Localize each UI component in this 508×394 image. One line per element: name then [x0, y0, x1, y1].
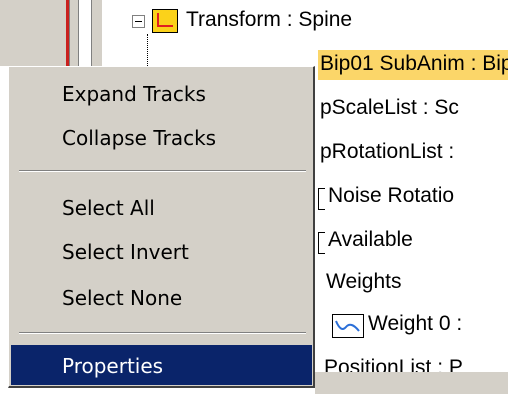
- tree-row-label: pScaleList : Sc: [320, 96, 459, 119]
- tree-row-label: pRotationList :: [320, 140, 455, 163]
- tree-row-available[interactable]: Available: [318, 226, 508, 256]
- splitter-bar[interactable]: [78, 0, 92, 66]
- tree-row-noise-rotation[interactable]: Noise Rotatio: [318, 182, 508, 212]
- tree-row-label: Bip01 SubAnim : Bip: [320, 52, 508, 75]
- tree-row-label: Available: [328, 228, 413, 251]
- tree-row-weights[interactable]: Weights: [318, 268, 508, 298]
- menu-item-label: Select None: [62, 286, 183, 310]
- context-menu: Expand Tracks Collapse Tracks Select All…: [8, 66, 315, 388]
- controller-icon: [318, 232, 325, 254]
- collapse-icon[interactable]: [132, 15, 145, 28]
- menu-item-expand-tracks[interactable]: Expand Tracks: [11, 73, 312, 113]
- menu-item-label: Select Invert: [62, 240, 189, 264]
- menu-item-select-invert[interactable]: Select Invert: [11, 231, 312, 271]
- horizontal-scrollbar[interactable]: [315, 372, 508, 394]
- menu-item-collapse-tracks[interactable]: Collapse Tracks: [11, 117, 312, 157]
- tree-row-label: PositionList : P: [324, 356, 463, 372]
- menu-item-label: Collapse Tracks: [62, 126, 217, 150]
- menu-item-select-none[interactable]: Select None: [11, 277, 312, 317]
- tree-row-label: Transform : Spine: [186, 8, 353, 31]
- tree-row-label: Weight 0 :: [368, 312, 463, 335]
- tree-row-transform[interactable]: Transform : Spine: [132, 6, 508, 36]
- menu-item-select-all[interactable]: Select All: [11, 187, 312, 227]
- menu-item-label: Properties: [62, 354, 164, 378]
- tree-row-weight-0[interactable]: Weight 0 :: [318, 310, 508, 340]
- left-panel: [0, 0, 66, 66]
- transform-controller-icon: [152, 9, 178, 33]
- tree-row-label: Weights: [326, 270, 402, 293]
- tree-row-label: Noise Rotatio: [328, 184, 455, 207]
- tree-row-position-list[interactable]: PositionList : P: [324, 352, 508, 372]
- tree-row-scale-list[interactable]: pScaleList : Sc: [320, 94, 508, 124]
- menu-separator: [19, 170, 306, 172]
- menu-item-label: Select All: [62, 196, 155, 220]
- splitter[interactable]: [69, 0, 103, 66]
- tree-row-rotation-list[interactable]: pRotationList :: [320, 138, 508, 168]
- tree-row-bip-subanim[interactable]: Bip01 SubAnim : Bip: [318, 50, 508, 80]
- controller-icon: [318, 188, 325, 210]
- menu-item-properties[interactable]: Properties: [11, 345, 312, 385]
- weight-curve-icon: [332, 314, 364, 338]
- menu-item-label: Expand Tracks: [62, 82, 206, 106]
- menu-separator: [19, 332, 306, 334]
